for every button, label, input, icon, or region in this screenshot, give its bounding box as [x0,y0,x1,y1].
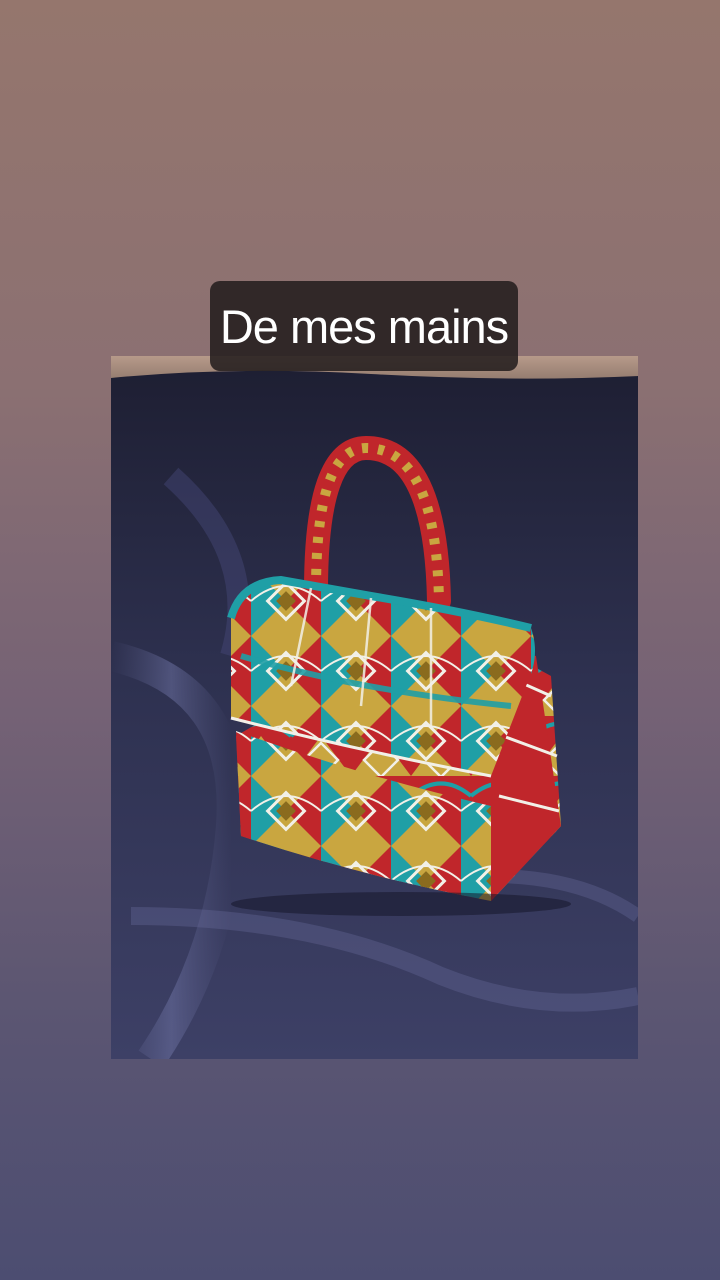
story-photo [111,356,638,1059]
caption-sticker[interactable]: De mes mains [210,281,518,371]
story-screen[interactable]: De mes mains [0,0,720,1280]
caption-text: De mes mains [219,299,509,353]
handbag-photo-icon [111,356,638,1059]
